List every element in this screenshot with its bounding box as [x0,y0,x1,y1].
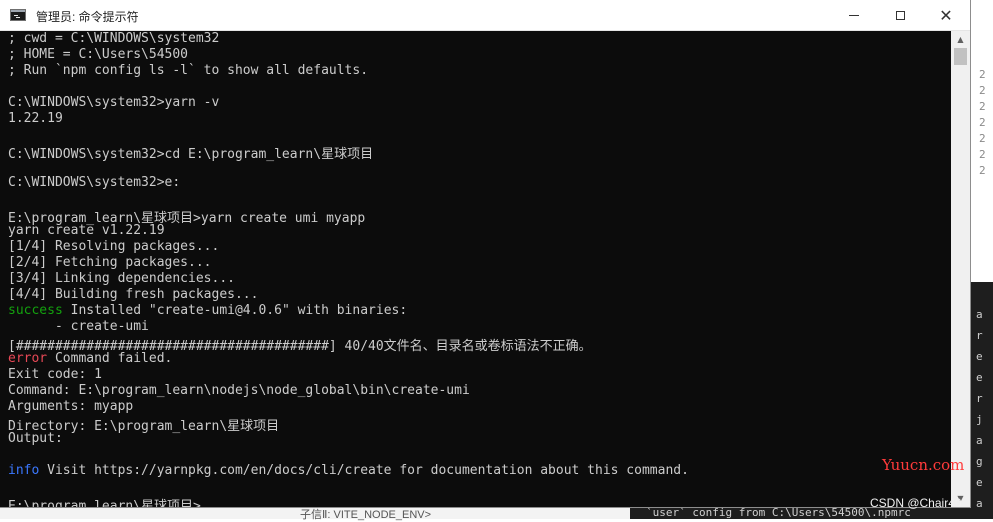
background-text: 子信Ⅱ: VITE_NODE_ENV> [300,509,432,521]
error-label: error [8,351,48,366]
console-app-icon[interactable] [10,9,26,21]
console-line: 1.22.19 [8,111,63,126]
vertical-scrollbar[interactable]: ▲ ▼ [951,31,970,507]
close-button[interactable]: ✕ [923,0,969,31]
minimize-button[interactable] [831,0,877,31]
console-line-progress: [#######################################… [8,339,592,354]
console-line: C:\WINDOWS\system32>yarn -v [8,95,220,110]
background-terminal-glyph: e [976,371,983,384]
background-gutter-number: 2 [979,148,986,161]
console-line: ; Run `npm config ls -l` to show all def… [8,63,369,78]
yuucn-watermark: Yuucn.com [882,456,965,474]
background-terminal-glyph: j [976,413,983,426]
background-window-strip: 子信Ⅱ: VITE_NODE_ENV> [0,507,630,521]
maximize-button[interactable] [877,0,923,31]
background-terminal-glyph: a [976,434,983,447]
close-icon: ✕ [939,6,953,25]
console-output[interactable]: ; cwd = C:\WINDOWS\system32; HOME = C:\U… [0,31,951,507]
console-line-success: success Installed "create-umi@4.0.6" wit… [8,303,407,319]
scroll-thumb[interactable] [954,48,967,65]
background-terminal-glyph: e [976,476,983,489]
command-prompt-window: 管理员: 命令提示符 ✕ ; cwd = C:\WINDOWS\system32… [0,0,970,507]
background-gutter-number: 2 [979,132,986,145]
console-line: C:\WINDOWS\system32>e: [8,175,181,190]
console-line-info: info Visit https://yarnpkg.com/en/docs/c… [8,463,689,479]
background-terminal-glyph: a [976,308,983,321]
console-prompt[interactable]: E:\program_learn\星球项目> [8,495,201,507]
title-bar[interactable]: 管理员: 命令提示符 ✕ [0,0,970,31]
scroll-up-arrow-icon[interactable]: ▲ [951,31,970,48]
background-gutter-number: 2 [979,100,986,113]
window-title: 管理员: 命令提示符 [36,10,139,24]
success-label: success [8,303,63,318]
background-gutter-number: 2 [979,116,986,129]
csdn-watermark: CSDN @Chair40 [870,496,962,510]
console-line: C:\WINDOWS\system32>cd E:\program_learn\… [8,147,374,162]
console-line-binary: - create-umi [8,319,149,334]
success-text: Installed "create-umi@4.0.6" with binari… [62,303,408,318]
console-line: Exit code: 1 [8,367,102,382]
console-line: Output: [8,431,63,446]
console-line: Command: E:\program_learn\nodejs\node_gl… [8,383,470,398]
console-line: [1/4] Resolving packages... [8,239,220,254]
background-gutter-number: 2 [979,84,986,97]
console-line: yarn create v1.22.19 [8,223,165,238]
console-line: [3/4] Linking dependencies... [8,271,235,286]
minimize-icon [849,15,859,16]
background-terminal-glyph: r [976,392,983,405]
background-gutter-number: 2 [979,68,986,81]
background-gutter-number: 2 [979,164,986,177]
info-label: info [8,463,40,478]
info-text: Visit https://yarnpkg.com/en/docs/cli/cr… [39,463,689,478]
console-line: Arguments: myapp [8,399,134,414]
console-line: E:\program_learn\星球项目>yarn create umi my… [8,211,366,226]
console-line: Directory: E:\program_learn\星球项目 [8,419,280,434]
console-line: ; cwd = C:\WINDOWS\system32 [8,31,220,46]
background-terminal-panel: areerjagea [970,282,993,519]
background-terminal-glyph: g [976,455,983,468]
maximize-icon [895,11,905,20]
console-line: [4/4] Building fresh packages... [8,287,259,302]
console-line: ; HOME = C:\Users\54500 [8,47,189,62]
background-terminal-glyph: e [976,350,983,363]
background-terminal-glyph: r [976,329,983,342]
console-line: [2/4] Fetching packages... [8,255,212,270]
error-text: Command failed. [47,351,173,366]
console-line-error: error Command failed. [8,351,172,367]
background-terminal-glyph: a [976,497,983,510]
